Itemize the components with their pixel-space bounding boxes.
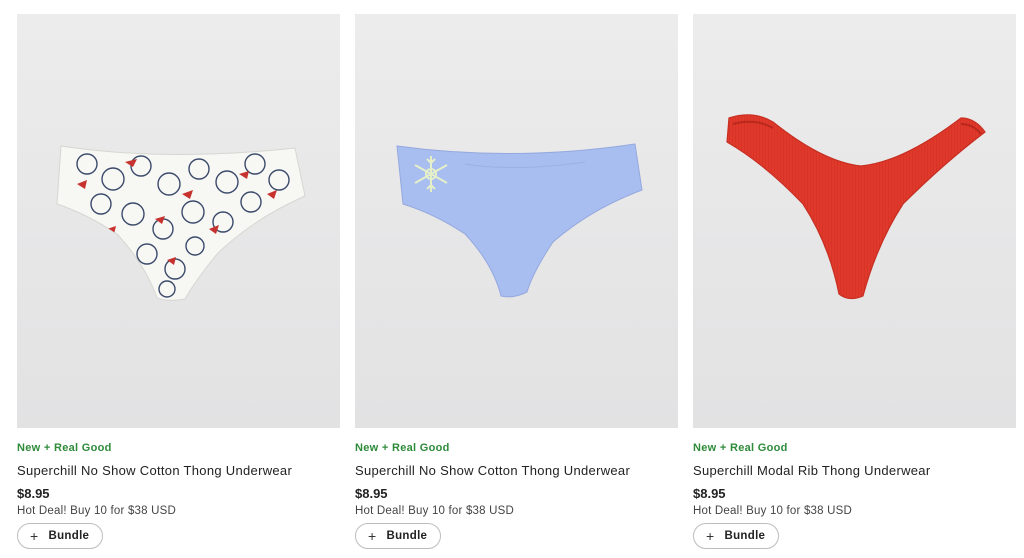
product-price: $8.95 — [17, 486, 50, 501]
red-ribbed-high-cut-thong — [726, 114, 986, 300]
plus-icon: + — [706, 528, 715, 544]
product-price: $8.95 — [355, 486, 388, 501]
plus-icon: + — [30, 528, 39, 544]
product-card: New + Real Good Superchill No Show Cotto… — [355, 14, 678, 549]
product-card: New + Real Good Superchill Modal Rib Tho… — [693, 14, 1016, 549]
bundle-label: Bundle — [48, 530, 90, 542]
product-price: $8.95 — [693, 486, 726, 501]
product-deal: Hot Deal! Buy 10 for $38 USD — [693, 505, 853, 517]
product-deal: Hot Deal! Buy 10 for $38 USD — [17, 505, 177, 517]
product-name[interactable]: Superchill No Show Cotton Thong Underwea… — [355, 463, 678, 479]
product-card: New + Real Good Superchill No Show Cotto… — [17, 14, 340, 549]
bundle-label: Bundle — [724, 530, 766, 542]
bundle-label: Bundle — [386, 530, 428, 542]
bundle-button[interactable]: + Bundle — [17, 523, 104, 549]
product-name[interactable]: Superchill Modal Rib Thong Underwear — [693, 463, 1016, 479]
periwinkle-thong-snowflake — [396, 143, 643, 298]
product-badge: New + Real Good — [693, 442, 788, 454]
product-deal: Hot Deal! Buy 10 for $38 USD — [355, 505, 515, 517]
product-badge: New + Real Good — [17, 442, 112, 454]
bundle-button[interactable]: + Bundle — [355, 523, 442, 549]
product-image[interactable] — [17, 14, 340, 428]
product-name[interactable]: Superchill No Show Cotton Thong Underwea… — [17, 463, 340, 479]
product-badge: New + Real Good — [355, 442, 450, 454]
product-image[interactable] — [355, 14, 678, 428]
plus-icon: + — [368, 528, 377, 544]
bundle-button[interactable]: + Bundle — [693, 523, 780, 549]
white-thong-polar-bear-print — [56, 145, 306, 301]
product-image[interactable] — [693, 14, 1016, 428]
product-grid: New + Real Good Superchill No Show Cotto… — [17, 14, 1016, 549]
